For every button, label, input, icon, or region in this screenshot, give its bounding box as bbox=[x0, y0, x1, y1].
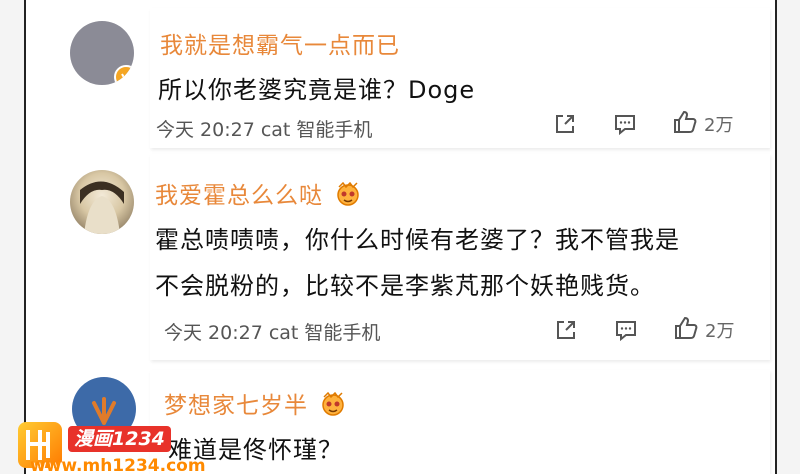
watermark-site-name: 漫画1234 bbox=[68, 426, 171, 452]
avatar[interactable] bbox=[70, 21, 134, 85]
comment-icon[interactable] bbox=[613, 317, 639, 343]
avatar[interactable] bbox=[70, 170, 134, 234]
vip-emoji-icon bbox=[335, 181, 361, 212]
like-button[interactable]: 2万 bbox=[673, 315, 734, 345]
comment-item: 我就是想霸气一点而已 所以你老婆究竟是谁？Doge 今天 20:27 cat 智… bbox=[26, 0, 775, 152]
like-button[interactable]: 2万 bbox=[672, 109, 733, 139]
comment-text: 所以你老婆究竟是谁？Doge bbox=[158, 76, 476, 104]
thumbs-up-icon bbox=[673, 315, 699, 345]
comment-panel: 我爱霍总么么哒 霍总啧啧啧，你什么时候有老婆了？我不管我是 不会脱粉的，比较不是… bbox=[150, 154, 770, 360]
comment-actions: 2万 bbox=[552, 109, 733, 139]
watermark-url: www.mh1234.com bbox=[30, 456, 206, 476]
verified-badge-icon bbox=[114, 65, 134, 85]
comment-item: 我爱霍总么么哒 霍总啧啧啧，你什么时候有老婆了？我不管我是 不会脱粉的，比较不是… bbox=[26, 152, 775, 362]
comment-feed: 我就是想霸气一点而已 所以你老婆究竟是谁？Doge 今天 20:27 cat 智… bbox=[26, 0, 775, 474]
phone-frame-right bbox=[775, 0, 800, 474]
comment-icon[interactable] bbox=[612, 111, 638, 137]
like-count: 2万 bbox=[704, 115, 734, 136]
comment-meta: 今天 20:27 cat 智能手机 bbox=[164, 322, 381, 344]
thumbs-up-icon bbox=[672, 109, 698, 139]
username[interactable]: 我爱霍总么么哒 bbox=[155, 176, 361, 212]
phone-frame-left bbox=[0, 0, 26, 474]
vip-emoji-icon bbox=[320, 391, 346, 422]
username-text: 我爱霍总么么哒 bbox=[155, 183, 323, 209]
comment-panel: 梦想家七岁半 难道是佟怀瑾？ bbox=[150, 370, 770, 474]
comment-actions: 2万 bbox=[553, 315, 734, 345]
site-watermark: 漫画1234 www.mh1234.com bbox=[0, 416, 220, 476]
comment-meta: 今天 20:27 cat 智能手机 bbox=[156, 119, 373, 141]
comment-text-line-1: 霍总啧啧啧，你什么时候有老婆了？我不管我是 bbox=[155, 226, 680, 254]
like-count: 2万 bbox=[705, 321, 735, 342]
share-icon[interactable] bbox=[553, 317, 579, 343]
username[interactable]: 我就是想霸气一点而已 bbox=[160, 26, 400, 60]
comment-text-line-2: 不会脱粉的，比较不是李紫芃那个妖艳贱货。 bbox=[155, 272, 655, 300]
share-icon[interactable] bbox=[552, 111, 578, 137]
comment-panel: 我就是想霸气一点而已 所以你老婆究竟是谁？Doge 今天 20:27 cat 智… bbox=[150, 8, 770, 148]
